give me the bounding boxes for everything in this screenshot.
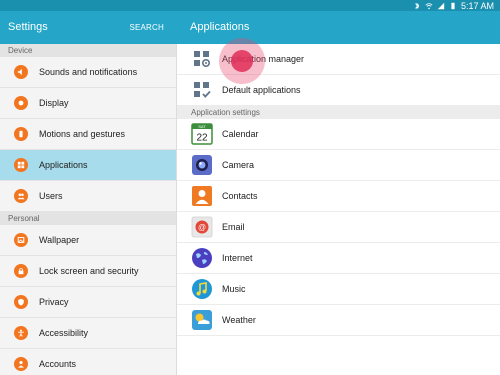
default-applications-label: Default applications bbox=[222, 85, 301, 95]
sidebar-item-applications[interactable]: Applications bbox=[0, 150, 176, 181]
contacts-icon bbox=[191, 185, 213, 207]
app-item-label: Weather bbox=[222, 315, 256, 325]
sidebar-item-accessibility[interactable]: Accessibility bbox=[0, 318, 176, 349]
applications-title: Applications bbox=[190, 21, 250, 33]
motion-icon bbox=[14, 127, 28, 141]
app-item-email[interactable]: @ Email bbox=[177, 212, 500, 243]
app-item-label: Camera bbox=[222, 160, 255, 170]
battery-icon bbox=[451, 2, 455, 9]
display-icon bbox=[14, 96, 28, 110]
app-item-label: Internet bbox=[222, 253, 253, 263]
calendar-icon-day: SAT bbox=[198, 124, 206, 129]
app-item-camera[interactable]: Camera bbox=[177, 150, 500, 181]
sidebar-item-privacy[interactable]: Privacy bbox=[0, 287, 176, 318]
sidebar-item-label: Lock screen and security bbox=[39, 266, 139, 276]
sidebar-item-users[interactable]: Users bbox=[0, 181, 176, 212]
section-header-personal: Personal bbox=[0, 212, 176, 225]
accounts-icon bbox=[14, 357, 28, 371]
app-item-label: Contacts bbox=[222, 191, 258, 201]
app-item-label: Music bbox=[222, 284, 246, 294]
settings-list: Device Sounds and notifications Display … bbox=[0, 44, 176, 375]
music-icon bbox=[191, 278, 213, 300]
status-time: 5:17 AM bbox=[460, 0, 494, 11]
sidebar-item-motions[interactable]: Motions and gestures bbox=[0, 119, 176, 150]
calendar-icon: SAT 22 bbox=[191, 123, 213, 145]
section-header-application-settings: Application settings bbox=[177, 106, 500, 119]
section-header-device: Device bbox=[0, 44, 176, 57]
sidebar-item-label: Wallpaper bbox=[39, 235, 80, 245]
sidebar-item-label: Users bbox=[39, 191, 63, 201]
sidebar-item-label: Accessibility bbox=[39, 328, 89, 338]
default-applications-item[interactable]: Default applications bbox=[177, 75, 500, 106]
wallpaper-icon bbox=[14, 233, 28, 247]
status-icons: 5:17 AM bbox=[413, 0, 494, 11]
sidebar-item-sounds[interactable]: Sounds and notifications bbox=[0, 57, 176, 88]
app-item-internet[interactable]: Internet bbox=[177, 243, 500, 274]
touch-indicator bbox=[231, 50, 253, 72]
sidebar-item-label: Sounds and notifications bbox=[39, 67, 138, 77]
applications-pane: Application manager Default applications… bbox=[177, 44, 500, 375]
apps-icon bbox=[14, 158, 28, 172]
sidebar-item-label: Privacy bbox=[39, 297, 69, 307]
app-item-label: Calendar bbox=[222, 129, 259, 139]
sidebar-item-display[interactable]: Display bbox=[0, 88, 176, 119]
applications-header: Applications bbox=[176, 11, 500, 44]
sidebar-item-label: Display bbox=[39, 98, 69, 108]
users-icon bbox=[14, 189, 28, 203]
sidebar-item-lock-screen[interactable]: Lock screen and security bbox=[0, 256, 176, 287]
signal-icon bbox=[437, 2, 445, 9]
svg-text:@: @ bbox=[198, 223, 206, 232]
app-item-music[interactable]: Music bbox=[177, 274, 500, 305]
internet-icon bbox=[191, 247, 213, 269]
bluetooth-icon bbox=[415, 2, 420, 9]
calendar-icon-date: 22 bbox=[196, 133, 208, 144]
app-item-calendar[interactable]: SAT 22 Calendar bbox=[177, 119, 500, 150]
volume-icon bbox=[14, 65, 28, 79]
status-bar: 5:17 AM bbox=[0, 0, 500, 11]
app-item-weather[interactable]: Weather bbox=[177, 305, 500, 336]
app-manager-icon bbox=[191, 48, 213, 70]
wifi-icon bbox=[425, 2, 433, 9]
sidebar-item-label: Motions and gestures bbox=[39, 129, 126, 139]
email-icon: @ bbox=[191, 216, 213, 238]
privacy-icon bbox=[14, 295, 28, 309]
sidebar-item-wallpaper[interactable]: Wallpaper bbox=[0, 225, 176, 256]
app-item-contacts[interactable]: Contacts bbox=[177, 181, 500, 212]
app-item-label: Email bbox=[222, 222, 245, 232]
sidebar-item-label: Accounts bbox=[39, 359, 77, 369]
lock-icon bbox=[14, 264, 28, 278]
sidebar-item-label: Applications bbox=[39, 160, 88, 170]
sidebar-item-accounts[interactable]: Accounts bbox=[0, 349, 176, 375]
settings-title: Settings bbox=[8, 21, 48, 33]
default-apps-icon bbox=[191, 79, 213, 101]
accessibility-icon bbox=[14, 326, 28, 340]
camera-icon bbox=[191, 154, 213, 176]
search-button[interactable]: SEARCH bbox=[129, 23, 164, 32]
settings-header: Settings SEARCH bbox=[0, 11, 176, 44]
weather-icon bbox=[191, 309, 213, 331]
